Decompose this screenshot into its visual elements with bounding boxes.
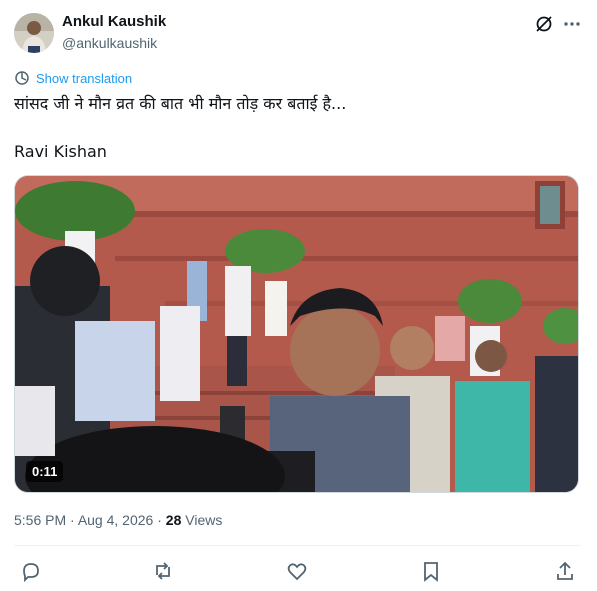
- tweet-text-line2: Ravi Kishan: [14, 142, 107, 161]
- tweet-meta: 5:56 PM · Aug 4, 2026 · 28 Views: [14, 512, 222, 528]
- bookmark-icon[interactable]: [420, 560, 442, 582]
- author-name[interactable]: Ankul Kaushik: [62, 13, 166, 30]
- repost-icon[interactable]: [152, 560, 174, 582]
- meta-separator: ·: [66, 512, 78, 528]
- tweet-time[interactable]: 5:56 PM: [14, 512, 66, 528]
- meta-separator: ·: [153, 512, 166, 528]
- avatar-image: [14, 13, 54, 53]
- share-icon[interactable]: [554, 560, 576, 582]
- video-player[interactable]: [14, 175, 579, 493]
- author-handle[interactable]: @ankulkaushik: [62, 35, 157, 51]
- avatar[interactable]: [14, 13, 54, 53]
- grok-icon[interactable]: [534, 14, 554, 34]
- video-frame: [15, 176, 578, 492]
- video-duration-badge: 0:11: [26, 461, 64, 482]
- translate-icon: [15, 71, 29, 85]
- views-count: 28: [165, 512, 182, 528]
- tweet: Ankul Kaushik @ankulkaushik Show transla…: [0, 0, 597, 591]
- reply-icon[interactable]: [20, 560, 42, 583]
- views-label: Views: [181, 512, 223, 528]
- divider: [14, 545, 581, 546]
- tweet-text-line1: सांसद जी ने मौन व्रत की बात भी मौन तोड़ …: [14, 94, 347, 113]
- show-translation-link[interactable]: Show translation: [14, 70, 132, 86]
- tweet-date[interactable]: Aug 4, 2026: [78, 512, 154, 528]
- more-dots-icon[interactable]: [562, 14, 582, 34]
- like-icon[interactable]: [286, 560, 308, 582]
- translation-label: Show translation: [36, 70, 133, 86]
